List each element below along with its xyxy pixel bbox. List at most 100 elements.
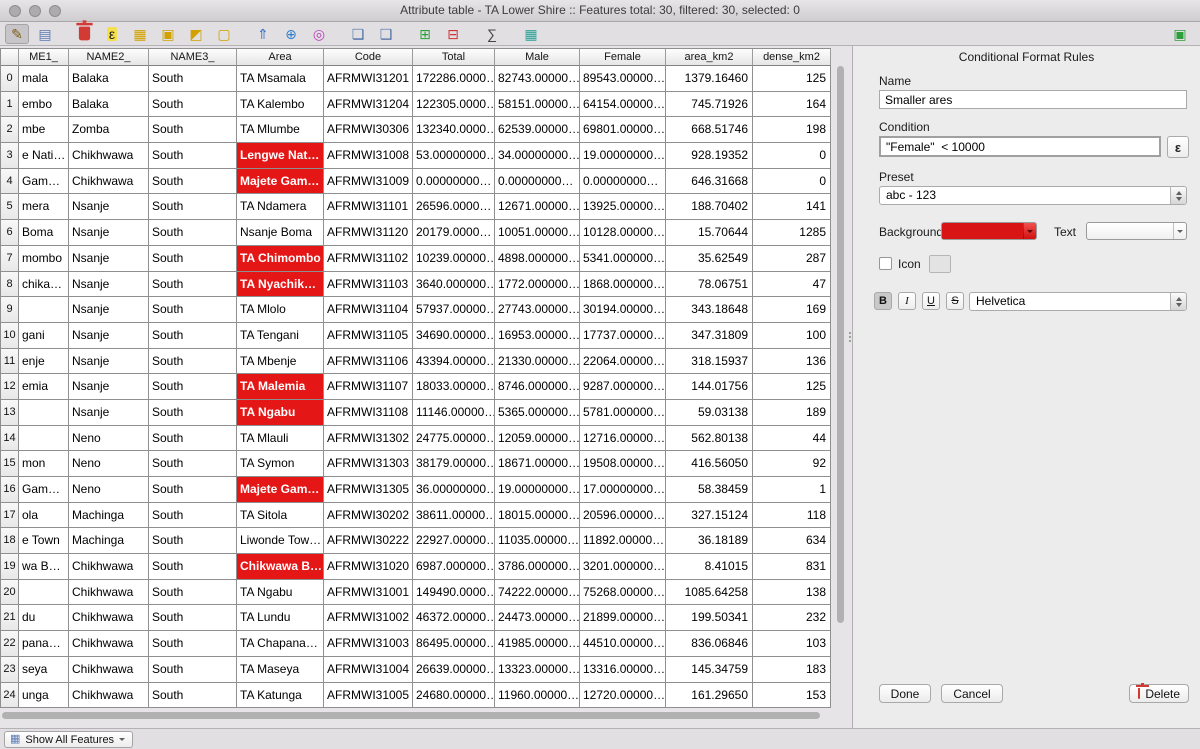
row-header-14[interactable]: 14: [1, 426, 19, 452]
cell-area[interactable]: TA Lundu: [237, 605, 324, 631]
cell-name2[interactable]: Balaka: [69, 66, 149, 92]
text-color-button[interactable]: [1086, 222, 1187, 240]
cell-code[interactable]: AFRMWI31204: [324, 92, 413, 118]
cell-male[interactable]: 10051.00000…: [495, 220, 580, 246]
cell-dense_km2[interactable]: 831: [753, 554, 831, 580]
row-header-11[interactable]: 11: [1, 349, 19, 375]
cell-dense_km2[interactable]: 125: [753, 374, 831, 400]
cell-area[interactable]: TA Symon: [237, 451, 324, 477]
cell-name2[interactable]: Chikhwawa: [69, 580, 149, 606]
column-header-area[interactable]: Area: [237, 49, 324, 66]
icon-checkbox[interactable]: [879, 257, 892, 270]
cell-name3[interactable]: South: [149, 323, 237, 349]
cell-area_km2[interactable]: 646.31668: [666, 169, 753, 195]
cell-area_km2[interactable]: 144.01756: [666, 374, 753, 400]
select-all-button[interactable]: ▦: [128, 24, 152, 44]
cell-female[interactable]: 0.00000000…: [580, 169, 666, 195]
cell-female[interactable]: 1868.000000…: [580, 272, 666, 298]
cell-total[interactable]: 86495.00000…: [413, 631, 495, 657]
cell-dense_km2[interactable]: 118: [753, 503, 831, 529]
cell-dense_km2[interactable]: 287: [753, 246, 831, 272]
cell-area_km2[interactable]: 145.34759: [666, 657, 753, 683]
row-header-21[interactable]: 21: [1, 605, 19, 631]
cell-code[interactable]: AFRMWI31106: [324, 349, 413, 375]
cell-name1[interactable]: [19, 400, 69, 426]
cell-name1[interactable]: seya: [19, 657, 69, 683]
cell-name3[interactable]: South: [149, 631, 237, 657]
cell-name1[interactable]: mon: [19, 451, 69, 477]
delete-selected-features-button[interactable]: [72, 24, 96, 44]
strikethrough-button[interactable]: S: [946, 292, 964, 310]
cell-female[interactable]: 30194.00000…: [580, 297, 666, 323]
cell-code[interactable]: AFRMWI31303: [324, 451, 413, 477]
cell-name1[interactable]: chika…: [19, 272, 69, 298]
cell-name2[interactable]: Neno: [69, 477, 149, 503]
row-header-9[interactable]: 9: [1, 297, 19, 323]
cell-total[interactable]: 10239.00000…: [413, 246, 495, 272]
cell-name1[interactable]: unga: [19, 683, 69, 709]
cell-dense_km2[interactable]: 232: [753, 605, 831, 631]
cell-area[interactable]: Majete Gam…: [237, 477, 324, 503]
column-header-areakm2[interactable]: area_km2: [666, 49, 753, 66]
cell-male[interactable]: 12671.00000…: [495, 194, 580, 220]
cell-area[interactable]: TA Chimombo: [237, 246, 324, 272]
cell-dense_km2[interactable]: 47: [753, 272, 831, 298]
cell-name3[interactable]: South: [149, 117, 237, 143]
cell-name1[interactable]: [19, 426, 69, 452]
row-header-17[interactable]: 17: [1, 503, 19, 529]
cell-name3[interactable]: South: [149, 580, 237, 606]
cell-female[interactable]: 3201.000000…: [580, 554, 666, 580]
cell-total[interactable]: 0.00000000…: [413, 169, 495, 195]
cell-male[interactable]: 21330.00000…: [495, 349, 580, 375]
cell-area_km2[interactable]: 745.71926: [666, 92, 753, 118]
cell-dense_km2[interactable]: 1285: [753, 220, 831, 246]
cell-area[interactable]: TA Kalembo: [237, 92, 324, 118]
show-all-features-dropdown[interactable]: ▦ Show All Features: [4, 731, 133, 748]
new-field-button[interactable]: ⊞: [413, 24, 437, 44]
cell-area_km2[interactable]: 1379.16460: [666, 66, 753, 92]
cell-total[interactable]: 172286.0000…: [413, 66, 495, 92]
done-button[interactable]: Done: [879, 684, 931, 703]
cell-name2[interactable]: Chikhwawa: [69, 143, 149, 169]
cell-total[interactable]: 24775.00000…: [413, 426, 495, 452]
cell-name3[interactable]: South: [149, 528, 237, 554]
cell-area[interactable]: TA Mbenje: [237, 349, 324, 375]
cell-code[interactable]: AFRMWI31020: [324, 554, 413, 580]
cell-area_km2[interactable]: 8.41015: [666, 554, 753, 580]
cell-total[interactable]: 20179.0000…: [413, 220, 495, 246]
cell-name1[interactable]: [19, 580, 69, 606]
cell-name2[interactable]: Nsanje: [69, 272, 149, 298]
cell-code[interactable]: AFRMWI31009: [324, 169, 413, 195]
cell-total[interactable]: 11146.00000…: [413, 400, 495, 426]
cell-name1[interactable]: Gam…: [19, 169, 69, 195]
cell-area[interactable]: TA Ngabu: [237, 400, 324, 426]
cell-male[interactable]: 58151.00000…: [495, 92, 580, 118]
copy-selected-rows-button[interactable]: ❏: [346, 24, 370, 44]
cell-name1[interactable]: e Nati…: [19, 143, 69, 169]
cell-code[interactable]: AFRMWI30306: [324, 117, 413, 143]
cell-area_km2[interactable]: 161.29650: [666, 683, 753, 709]
cell-name2[interactable]: Nsanje: [69, 400, 149, 426]
select-by-form-button[interactable]: ▣: [156, 24, 180, 44]
cell-area[interactable]: Lengwe Nat…: [237, 143, 324, 169]
cell-area[interactable]: TA Sitola: [237, 503, 324, 529]
cell-name2[interactable]: Nsanje: [69, 194, 149, 220]
expression-builder-button[interactable]: ε: [1167, 136, 1189, 158]
bold-button[interactable]: B: [874, 292, 892, 310]
cell-area[interactable]: TA Mlumbe: [237, 117, 324, 143]
cell-male[interactable]: 18671.00000…: [495, 451, 580, 477]
column-header-densekm2[interactable]: dense_km2: [753, 49, 831, 66]
cell-dense_km2[interactable]: 153: [753, 683, 831, 709]
cell-total[interactable]: 57937.00000…: [413, 297, 495, 323]
open-field-calculator-button[interactable]: ∑: [480, 24, 504, 44]
cell-name2[interactable]: Zomba: [69, 117, 149, 143]
cell-name1[interactable]: wa B…: [19, 554, 69, 580]
cell-female[interactable]: 5341.000000…: [580, 246, 666, 272]
cell-total[interactable]: 122305.0000…: [413, 92, 495, 118]
cell-female[interactable]: 44510.00000…: [580, 631, 666, 657]
cell-dense_km2[interactable]: 103: [753, 631, 831, 657]
row-header-5[interactable]: 5: [1, 194, 19, 220]
row-header-24[interactable]: 24: [1, 683, 19, 709]
cell-total[interactable]: 36.00000000…: [413, 477, 495, 503]
row-header-2[interactable]: 2: [1, 117, 19, 143]
